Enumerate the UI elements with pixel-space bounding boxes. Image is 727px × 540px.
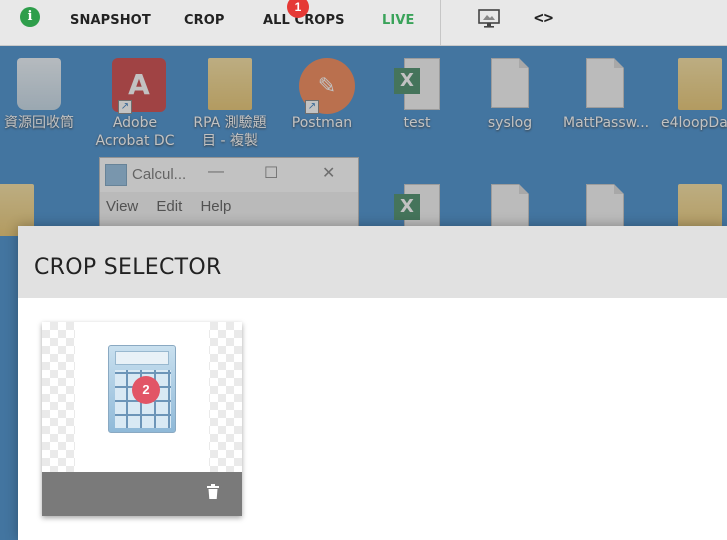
crop-number-badge: 2 [132,376,160,404]
crop-card[interactable]: 2 [42,322,242,516]
live-button[interactable]: LIVE [382,13,414,28]
trash-icon[interactable] [206,484,220,505]
monitor-icon[interactable] [478,9,500,34]
snapshot-button[interactable]: SNAPSHOT [70,13,151,28]
crop-selector-dialog: CROP SELECTOR 2 [18,226,727,540]
code-icon[interactable]: <> [534,8,553,27]
crop-button[interactable]: CROP [184,13,225,28]
info-icon[interactable]: i [20,7,40,27]
crop-card-footer [42,472,242,516]
toolbar-divider [440,0,441,46]
top-toolbar: i SNAPSHOT CROP ALL CROPS 1 LIVE <> [0,0,727,46]
dialog-title: CROP SELECTOR [34,255,222,280]
